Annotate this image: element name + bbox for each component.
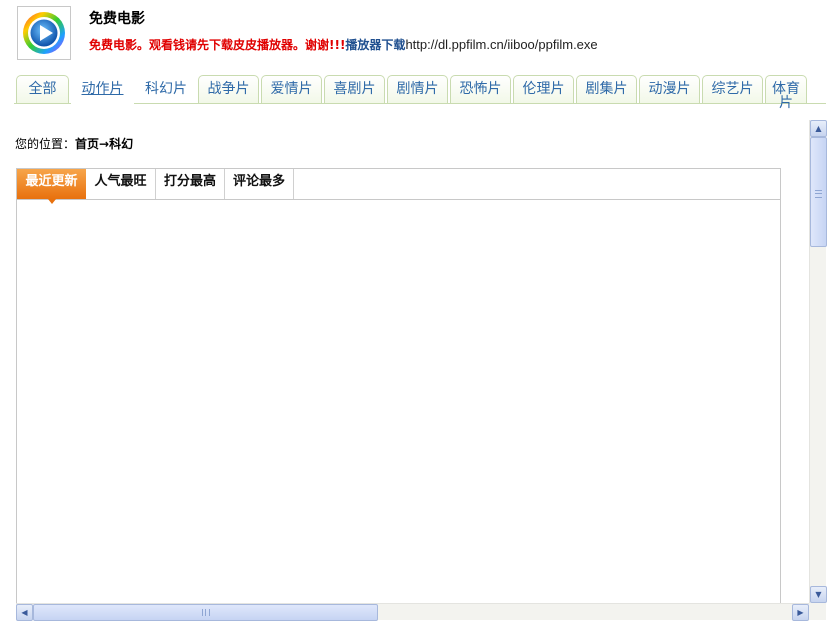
sort-tab-top-rated[interactable]: 打分最高 [156, 169, 225, 199]
sort-tab-latest[interactable]: 最近更新 [17, 169, 86, 204]
breadcrumb-path[interactable]: 首页→科幻 [75, 137, 133, 151]
tab-comedy[interactable]: 喜剧片 [324, 75, 385, 103]
scroll-right-arrow-icon[interactable]: ▶ [792, 604, 809, 621]
play-logo-icon [23, 12, 65, 54]
horizontal-scroll-thumb[interactable] [33, 604, 378, 621]
scrollbar-corner [809, 603, 826, 620]
tab-series[interactable]: 剧集片 [576, 75, 637, 103]
horizontal-scrollbar[interactable]: ◀ ▶ [16, 603, 809, 621]
tab-anime[interactable]: 动漫片 [639, 75, 700, 103]
scroll-up-arrow-icon[interactable]: ▲ [810, 120, 827, 137]
player-download-link[interactable]: 播放器下载 [345, 38, 405, 52]
download-notice: 免费电影。观看钱请先下载皮皮播放器。谢谢!!!播放器下载http://dl.pp… [89, 36, 598, 53]
sort-tab-latest-label: 最近更新 [25, 174, 78, 189]
notice-text: 免费电影。观看钱请先下载皮皮播放器。谢谢!!! [89, 38, 346, 52]
tab-all[interactable]: 全部 [16, 75, 69, 103]
active-tab-caret [47, 199, 56, 204]
category-tabs-baseline [14, 103, 826, 104]
tab-scifi[interactable]: 科幻片 [136, 75, 196, 103]
tab-drama[interactable]: 剧情片 [387, 75, 448, 103]
tab-action[interactable]: 动作片 [71, 75, 134, 104]
sort-tab-most-comments[interactable]: 评论最多 [225, 169, 294, 199]
download-url[interactable]: http://dl.ppfilm.cn/iiboo/ppfilm.exe [405, 37, 597, 52]
scroll-left-arrow-icon[interactable]: ◀ [16, 604, 33, 621]
app-logo [17, 6, 71, 60]
tab-war[interactable]: 战争片 [198, 75, 259, 103]
breadcrumb-prefix: 您的位置： [15, 137, 76, 151]
app-title: 免费电影 [89, 11, 145, 27]
scroll-down-arrow-icon[interactable]: ▼ [810, 586, 827, 603]
vertical-scrollbar[interactable]: ▲ ▼ [809, 120, 827, 603]
tab-sports[interactable]: 体育片 [765, 75, 807, 110]
vertical-scroll-thumb[interactable] [810, 137, 827, 247]
tab-romance[interactable]: 爱情片 [261, 75, 322, 103]
sort-tab-popular[interactable]: 人气最旺 [86, 169, 156, 199]
movie-list-panel: 最近更新 人气最旺 打分最高 评论最多 [16, 168, 781, 618]
sort-tabs: 最近更新 人气最旺 打分最高 评论最多 [17, 169, 780, 204]
breadcrumb: 您的位置：首页→科幻 [15, 135, 133, 152]
tab-variety[interactable]: 综艺片 [702, 75, 763, 103]
tab-ethics[interactable]: 伦理片 [513, 75, 574, 103]
tab-horror[interactable]: 恐怖片 [450, 75, 511, 103]
